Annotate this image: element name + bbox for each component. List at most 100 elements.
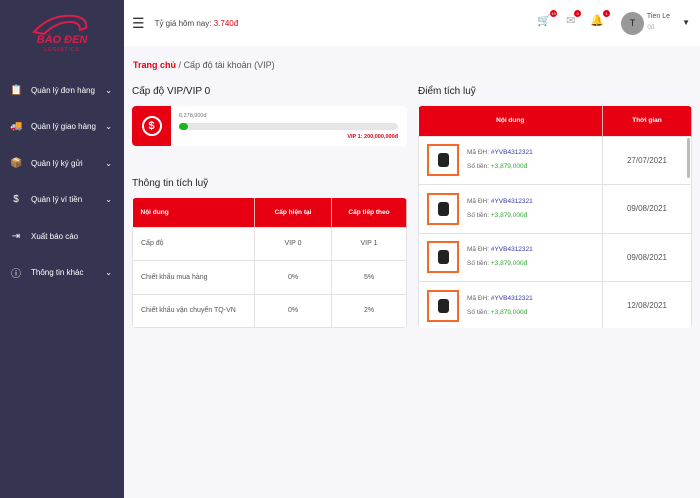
table-cell: VIP 1 [331,226,407,261]
scrollbar[interactable] [687,138,690,178]
order-id[interactable]: #YVB4312321 [491,295,533,302]
points-title: Điểm tích luỹ [418,86,476,97]
order-label: Mã ĐH: [467,294,490,302]
table-cell: 2% [331,293,407,328]
sidebar-nav: 📋 Quản lý đơn hàng ⌄ 🚚 Quản lý giao hàng ⌄ 📦 Qu… [0,72,124,291]
product-thumbnail [427,289,459,322]
column-header: Cấp hiện tại [254,198,332,227]
menu-icon[interactable]: ☰ [132,15,145,32]
breadcrumb-current: Cấp độ tài khoản (VIP) [183,60,275,70]
order-label: Mã ĐH: [467,197,490,205]
sidebar-item[interactable]: 🚚 Quản lý giao hàng ⌄ [0,109,124,146]
breadcrumb: Trang chủ / Cấp độ tài khoản (VIP) [133,60,275,70]
vip-title: Cấp độ VIP/VIP 0 [132,86,211,97]
table-row: Mã ĐH: #YVB4312321 Số tiền: +3,879,000đ … [418,184,692,234]
vip-progress-bar [179,123,398,130]
column-header: Nội dung [418,106,603,136]
amount-label: Số tiền: [467,163,490,171]
column-header: Nội dung [132,198,255,227]
box-icon: 📦 [10,157,23,169]
table-row: Mã ĐH: #YVB4312321 Số tiền: +3,879,000đ … [418,281,692,328]
table-cell: 0% [254,293,332,328]
amount-label: Số tiền: [467,308,490,316]
sidebar-item-label: Thông tin khác [31,268,84,278]
info-table: Nội dung Cấp hiện tại Cấp tiếp theo Cấp … [132,198,407,328]
table-row: Chiết khấu vận chuyển TQ-VN 0% 2% [132,293,407,328]
order-id[interactable]: #YVB4312321 [491,246,533,253]
vip-progress-fill [179,123,188,130]
chevron-down-icon: ⌄ [105,122,112,132]
sidebar-item-label: Quản lý đơn hàng [31,85,95,95]
amount-label: Số tiền: [467,260,490,268]
points-table: Nội dung Thời gian Mã ĐH: #YVB4312321 Số… [418,106,692,328]
cart-icon[interactable]: 🛒 10 [537,10,558,27]
user-balance: 0đ [647,25,654,31]
table-cell: 0% [254,260,332,295]
user-name: Tien Le [646,13,670,20]
sidebar-item[interactable]: 📦 Quản lý ký gửi ⌄ [0,145,124,182]
bell-icon[interactable]: 🔔 1 [590,10,610,27]
order-label: Mã ĐH: [467,246,490,254]
sidebar-item[interactable]: 📋 Quản lý đơn hàng ⌄ [0,72,124,109]
info-icon: ⓘ [11,269,21,281]
order-label: Mã ĐH: [467,149,490,157]
export-icon: ⇥ [11,230,21,242]
sidebar-item-label: Quản lý ví tiền [31,195,83,205]
panther-logo-icon [32,14,88,36]
sidebar-item[interactable]: ⇥ Xuất báo cáo [0,218,124,255]
table-row: Cấp độ VIP 0 VIP 1 [132,226,407,261]
sidebar-item-label: Xuất báo cáo [31,231,79,241]
avatar[interactable]: T [621,12,644,35]
rate-label: Tỷ giá hôm nay: [154,18,212,28]
table-row: Mã ĐH: #YVB4312321 Số tiền: +3,879,000đ … [418,135,692,185]
rate-value: 3.740đ [213,18,239,28]
sidebar-item[interactable]: $ Quản lý ví tiền ⌄ [0,182,124,219]
mail-badge: 0 [574,10,582,17]
table-cell: VIP 0 [254,226,332,261]
points-table-container: Nội dung Thời gian Mã ĐH: #YVB4312321 Số… [418,106,692,328]
table-cell: Cấp độ [132,226,255,261]
breadcrumb-separator: / [178,60,182,70]
chevron-down-icon: ⌄ [105,158,112,168]
chevron-down-icon: ⌄ [105,268,112,278]
info-title: Thông tin tích luỹ [132,178,209,189]
order-date: 12/08/2021 [602,281,692,328]
dollar-icon: $ [13,194,19,206]
product-thumbnail [427,144,459,177]
logo[interactable]: BÃO ĐEN LOGISTICS [30,12,94,54]
table-cell: Chiết khấu mua hàng [132,260,255,295]
table-cell: Chiết khấu vận chuyển TQ-VN [132,293,255,328]
cart-badge: 10 [550,10,558,17]
vip-card: $ 8,278,900đ VIP 1: 200,000,000đ [132,106,407,146]
amount-label: Số tiền: [467,211,490,219]
table-row: Mã ĐH: #YVB4312321 Số tiền: +3,879,000đ … [418,232,692,282]
table-cell: 5% [331,260,407,295]
column-header: Thời gian [602,106,692,136]
order-amount: +3,879,000đ [490,260,528,268]
product-thumbnail [427,241,459,274]
chevron-down-icon: ⌄ [105,195,112,205]
caret-down-icon[interactable]: ▼ [682,18,690,27]
truck-icon: 🚚 [10,121,23,133]
order-amount: +3,879,000đ [490,163,528,171]
sidebar-item-label: Quản lý giao hàng [31,122,96,132]
order-amount: +3,879,000đ [490,308,528,316]
order-date: 09/08/2021 [602,184,692,234]
sidebar-item[interactable]: ⓘ Thông tin khác ⌄ [0,255,124,292]
order-amount: +3,879,000đ [490,211,528,219]
notif-badge: 1 [603,10,610,17]
sidebar-item-label: Quản lý ký gửi [31,158,83,168]
mail-icon[interactable]: ✉ 0 [566,10,582,27]
column-header: Cấp tiếp theo [331,198,407,227]
breadcrumb-home[interactable]: Trang chủ [133,60,176,70]
dollar-icon: $ [132,106,171,146]
order-id[interactable]: #YVB4312321 [491,149,533,156]
order-date: 09/08/2021 [602,232,692,282]
order-id[interactable]: #YVB4312321 [491,198,533,205]
logo-text: BÃO ĐEN [36,34,88,46]
clipboard-icon: 📋 [10,84,23,96]
table-row: Chiết khấu mua hàng 0% 5% [132,260,407,295]
sidebar: BÃO ĐEN LOGISTICS 📋 Quản lý đơn hàng ⌄ 🚚 Quả… [0,0,124,498]
topbar: ☰ Tỷ giá hôm nay: 3.740đ 🛒 10 ✉ 0 🔔 1 T Tie… [124,0,700,46]
chevron-down-icon: ⌄ [105,85,112,95]
